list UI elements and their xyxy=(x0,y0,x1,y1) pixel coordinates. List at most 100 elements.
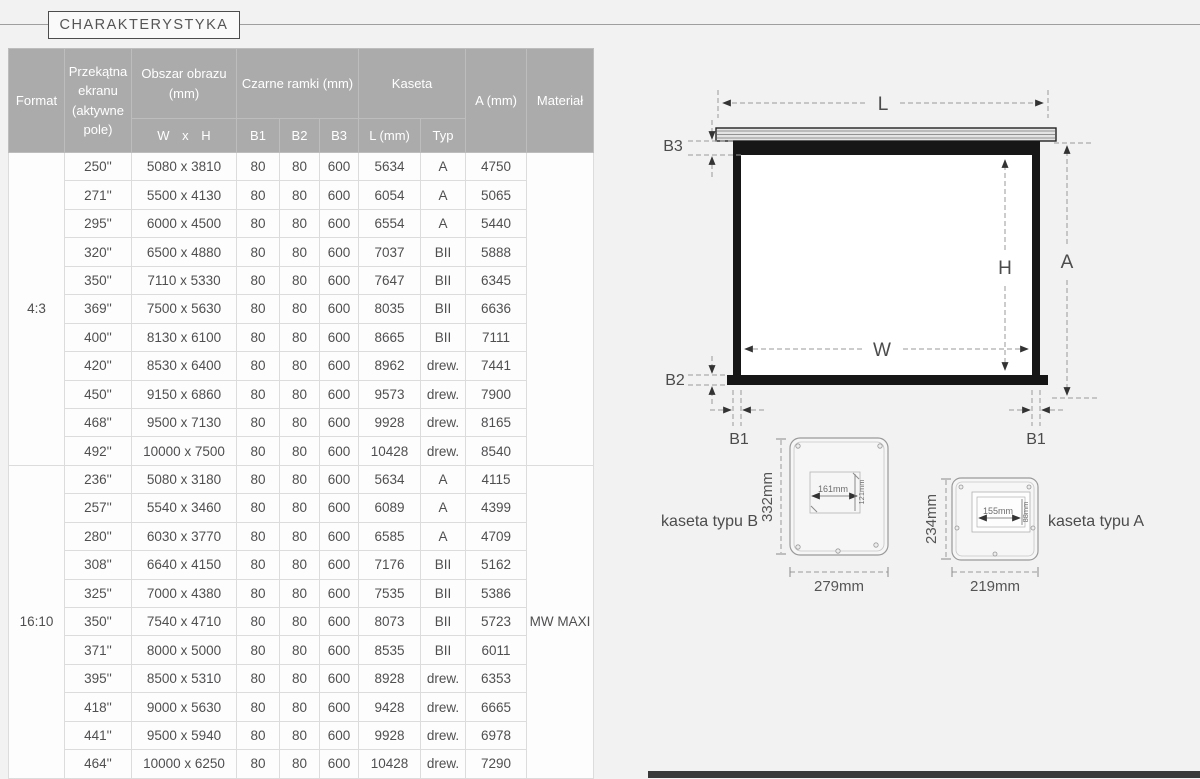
spec-cell: 7647 xyxy=(359,266,421,294)
spec-cell: 236'' xyxy=(65,465,132,493)
format-cell: 16:10 xyxy=(9,465,65,778)
spec-cell: 9928 xyxy=(359,408,421,436)
spec-cell: BII xyxy=(421,608,466,636)
spec-cell: 600 xyxy=(320,693,359,721)
col-typ: Typ xyxy=(421,119,466,153)
table-row: 350''7110 x 533080806007647BII6345 xyxy=(9,266,594,294)
spec-cell: 600 xyxy=(320,437,359,465)
spec-cell: 600 xyxy=(320,465,359,493)
spec-cell: 5080 x 3180 xyxy=(132,465,237,493)
spec-cell: 600 xyxy=(320,295,359,323)
spec-cell: A xyxy=(421,209,466,237)
spec-cell: 5540 x 3460 xyxy=(132,494,237,522)
spec-cell: 80 xyxy=(237,323,280,351)
spec-cell: 8130 x 6100 xyxy=(132,323,237,351)
col-format: Format xyxy=(9,49,65,153)
material-cell xyxy=(527,153,594,466)
spec-cell: 80 xyxy=(280,579,320,607)
spec-cell: 80 xyxy=(237,494,280,522)
spec-cell: 9000 x 5630 xyxy=(132,693,237,721)
spec-cell: drew. xyxy=(421,408,466,436)
col-material: Materiał xyxy=(527,49,594,153)
table-row: 16:10236''5080 x 318080806005634A4115MW … xyxy=(9,465,594,493)
spec-cell: 250'' xyxy=(65,153,132,181)
spec-cell: BII xyxy=(421,295,466,323)
spec-cell: drew. xyxy=(421,721,466,749)
spec-cell: 600 xyxy=(320,750,359,778)
spec-table-body: 4:3250''5080 x 381080806005634A4750271''… xyxy=(9,153,594,779)
spec-cell: 80 xyxy=(280,494,320,522)
spec-cell: 400'' xyxy=(65,323,132,351)
spec-cell: 7900 xyxy=(466,380,527,408)
table-row: 325''7000 x 438080806007535BII5386 xyxy=(9,579,594,607)
spec-cell: 9500 x 5940 xyxy=(132,721,237,749)
kaseta-a-view: kaseta typu A 234mm 155mm 88mm 219mm xyxy=(923,478,1144,595)
spec-cell: 600 xyxy=(320,209,359,237)
spec-cell: 7176 xyxy=(359,551,421,579)
spec-cell: 6978 xyxy=(466,721,527,749)
dim-label-h: H xyxy=(998,258,1012,279)
spec-cell: 371'' xyxy=(65,636,132,664)
spec-cell: 6345 xyxy=(466,266,527,294)
spec-cell: 8165 xyxy=(466,408,527,436)
spec-cell: 80 xyxy=(280,551,320,579)
spec-cell: 5162 xyxy=(466,551,527,579)
dim-label-b2: B2 xyxy=(665,372,685,389)
table-row: 280''6030 x 377080806006585A4709 xyxy=(9,522,594,550)
table-row: 468''9500 x 713080806009928drew.8165 xyxy=(9,408,594,436)
spec-cell: 5888 xyxy=(466,238,527,266)
spec-cell: 600 xyxy=(320,551,359,579)
table-row: 492''10000 x 7500808060010428drew.8540 xyxy=(9,437,594,465)
spec-cell: 80 xyxy=(280,437,320,465)
spec-cell: 8035 xyxy=(359,295,421,323)
table-row: 271''5500 x 413080806006054A5065 xyxy=(9,181,594,209)
section-title-label: CHARAKTERYSTYKA xyxy=(60,17,229,33)
spec-cell: BII xyxy=(421,579,466,607)
spec-cell: 6000 x 4500 xyxy=(132,209,237,237)
spec-cell: 600 xyxy=(320,608,359,636)
spec-cell: 280'' xyxy=(65,522,132,550)
kaseta-b-inner-height: 121mm xyxy=(857,479,866,504)
table-row: 320''6500 x 488080806007037BII5888 xyxy=(9,238,594,266)
kaseta-a-height: 234mm xyxy=(923,494,940,544)
spec-cell: 8500 x 5310 xyxy=(132,664,237,692)
spec-cell: 600 xyxy=(320,352,359,380)
spec-cell: 10000 x 6250 xyxy=(132,750,237,778)
col-image-area: Obszar obrazu (mm) xyxy=(132,49,237,119)
spec-cell: 600 xyxy=(320,522,359,550)
spec-cell: 450'' xyxy=(65,380,132,408)
spec-cell: 80 xyxy=(237,295,280,323)
kaseta-b-view: kaseta typu B 332mm 161mm 121mm 279mm xyxy=(661,438,888,595)
spec-cell: 8665 xyxy=(359,323,421,351)
table-row: 420''8530 x 640080806008962drew.7441 xyxy=(9,352,594,380)
spec-cell: 80 xyxy=(237,664,280,692)
spec-cell: 80 xyxy=(237,636,280,664)
spec-cell: 6500 x 4880 xyxy=(132,238,237,266)
spec-cell: 308'' xyxy=(65,551,132,579)
spec-cell: 80 xyxy=(237,465,280,493)
spec-cell: 350'' xyxy=(65,266,132,294)
table-row: 441''9500 x 594080806009928drew.6978 xyxy=(9,721,594,749)
table-row: 350''7540 x 471080806008073BII5723 xyxy=(9,608,594,636)
spec-cell: 9500 x 7130 xyxy=(132,408,237,436)
spec-cell: 10428 xyxy=(359,750,421,778)
spec-cell: 8962 xyxy=(359,352,421,380)
spec-cell: A xyxy=(421,522,466,550)
spec-cell: 5440 xyxy=(466,209,527,237)
spec-cell: 80 xyxy=(237,153,280,181)
spec-cell: 8535 xyxy=(359,636,421,664)
spec-cell: 80 xyxy=(280,153,320,181)
spec-cell: 80 xyxy=(280,721,320,749)
spec-cell: 80 xyxy=(280,295,320,323)
spec-cell: 80 xyxy=(237,181,280,209)
spec-cell: 80 xyxy=(280,664,320,692)
spec-cell: 6030 x 3770 xyxy=(132,522,237,550)
bottom-strip xyxy=(648,771,1200,778)
spec-cell: 80 xyxy=(237,380,280,408)
spec-cell: 6665 xyxy=(466,693,527,721)
spec-cell: 7500 x 5630 xyxy=(132,295,237,323)
spec-cell: 257'' xyxy=(65,494,132,522)
dim-label-b1-left: B1 xyxy=(729,431,749,448)
spec-cell: 80 xyxy=(237,266,280,294)
table-row: 450''9150 x 686080806009573drew.7900 xyxy=(9,380,594,408)
